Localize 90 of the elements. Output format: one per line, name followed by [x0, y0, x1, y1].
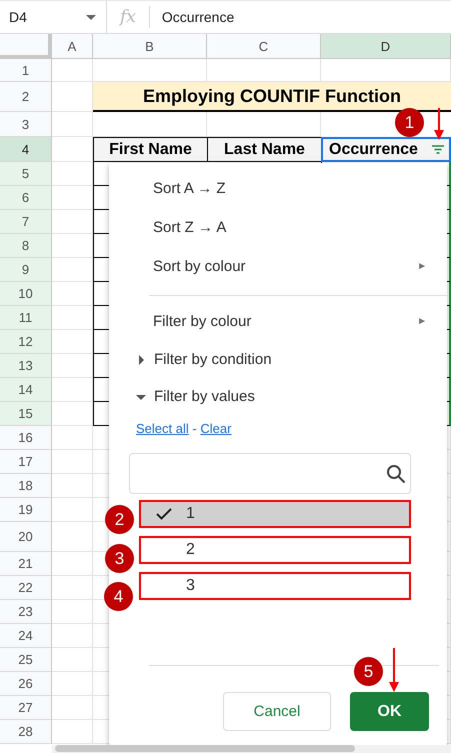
- row-header[interactable]: 11: [0, 306, 52, 330]
- row-header[interactable]: 4: [0, 137, 52, 162]
- row-header[interactable]: 28: [0, 720, 52, 744]
- sheet-title: Employing COUNTIF Function: [93, 82, 451, 112]
- menu-section[interactable]: Filter by condition: [109, 341, 447, 378]
- menu-section[interactable]: Filter by values: [109, 378, 447, 415]
- clear-link[interactable]: Clear: [200, 421, 232, 436]
- grid-cell[interactable]: [52, 162, 93, 186]
- row-header[interactable]: 7: [0, 210, 52, 234]
- grid-cell[interactable]: [52, 600, 93, 624]
- row-header[interactable]: 6: [0, 186, 52, 210]
- table-header: Occurrence: [321, 137, 451, 162]
- row-header[interactable]: 19: [0, 498, 52, 522]
- pointer-arrow: [434, 108, 444, 140]
- grid-cell[interactable]: [52, 330, 93, 354]
- filter-value-option[interactable]: 2: [139, 536, 411, 564]
- grid-cell[interactable]: [52, 258, 93, 282]
- filter-value-option[interactable]: 3: [139, 572, 411, 600]
- grid-cell[interactable]: [52, 576, 93, 600]
- row-header[interactable]: 20: [0, 522, 52, 552]
- grid-cell[interactable]: [52, 59, 93, 82]
- grid-cell[interactable]: [52, 672, 93, 696]
- name-box[interactable]: D4: [9, 9, 27, 25]
- search-field[interactable]: [129, 453, 411, 494]
- table-header: Last Name: [207, 137, 321, 162]
- dropdown-caret-icon[interactable]: [86, 14, 96, 20]
- row-header[interactable]: 16: [0, 426, 52, 450]
- grid-cell[interactable]: [52, 474, 93, 498]
- grid-cell[interactable]: [52, 306, 93, 330]
- row-header[interactable]: 13: [0, 354, 52, 378]
- column-header[interactable]: C: [207, 34, 321, 59]
- row-header[interactable]: 8: [0, 234, 52, 258]
- link-separator: -: [192, 421, 197, 436]
- cancel-button[interactable]: Cancel: [223, 692, 331, 731]
- row-header[interactable]: 12: [0, 330, 52, 354]
- pointer-arrow: [389, 648, 399, 692]
- grid-cell[interactable]: [52, 720, 93, 744]
- grid-cell[interactable]: [52, 354, 93, 378]
- row-header[interactable]: 26: [0, 672, 52, 696]
- scrollbar-thumb[interactable]: [55, 745, 355, 752]
- column-header[interactable]: A: [52, 34, 93, 59]
- grid-cell[interactable]: [52, 402, 93, 426]
- grid-cell[interactable]: [52, 234, 93, 258]
- column-header[interactable]: B: [93, 34, 207, 59]
- row-header[interactable]: 25: [0, 648, 52, 672]
- menu-item[interactable]: Sort A → Z: [109, 169, 447, 208]
- row-header[interactable]: 2: [0, 82, 52, 112]
- ok-button[interactable]: OK: [350, 692, 429, 731]
- expand-triangle-icon[interactable]: [136, 354, 146, 364]
- row-header[interactable]: 9: [0, 258, 52, 282]
- row-header[interactable]: 24: [0, 624, 52, 648]
- select-all-corner[interactable]: [0, 34, 52, 59]
- row-header[interactable]: 3: [0, 112, 52, 137]
- grid-cell[interactable]: [52, 498, 93, 522]
- grid-cell[interactable]: [52, 282, 93, 306]
- grid-cell[interactable]: [52, 648, 93, 672]
- row-header[interactable]: 17: [0, 450, 52, 474]
- menu-item[interactable]: Filter by colour ►: [109, 302, 447, 341]
- select-all-link[interactable]: Select all: [136, 421, 189, 436]
- row-header[interactable]: 5: [0, 162, 52, 186]
- grid-cell[interactable]: [52, 186, 93, 210]
- row-header[interactable]: 1: [0, 59, 52, 82]
- grid-cell[interactable]: [52, 552, 93, 576]
- table-header: First Name: [93, 137, 207, 162]
- row-header[interactable]: 22: [0, 576, 52, 600]
- row-header[interactable]: 14: [0, 378, 52, 402]
- grid-cell[interactable]: [52, 210, 93, 234]
- search-icon: [386, 464, 406, 484]
- grid-cell[interactable]: [52, 624, 93, 648]
- grid-cell[interactable]: [52, 522, 93, 552]
- filter-value-option[interactable]: 1: [139, 500, 411, 528]
- step-badge: 1: [395, 108, 424, 137]
- grid-cell[interactable]: [52, 378, 93, 402]
- grid-cell[interactable]: [52, 696, 93, 720]
- row-header[interactable]: 21: [0, 552, 52, 576]
- fx-label: fx: [107, 6, 150, 28]
- row-header[interactable]: 18: [0, 474, 52, 498]
- menu-item[interactable]: Sort Z → A: [109, 208, 447, 247]
- row-header[interactable]: 27: [0, 696, 52, 720]
- check-icon: [156, 508, 172, 520]
- row-header[interactable]: 15: [0, 402, 52, 426]
- grid-cell[interactable]: [52, 426, 93, 450]
- formula-value[interactable]: Occurrence: [150, 9, 234, 25]
- grid-cell[interactable]: [52, 450, 93, 474]
- row-header[interactable]: 10: [0, 282, 52, 306]
- menu-item[interactable]: Sort by colour ►: [109, 247, 447, 286]
- filter-icon[interactable]: [432, 145, 444, 154]
- row-header[interactable]: 23: [0, 600, 52, 624]
- column-header[interactable]: D: [321, 34, 451, 59]
- grid-cell[interactable]: [52, 112, 93, 137]
